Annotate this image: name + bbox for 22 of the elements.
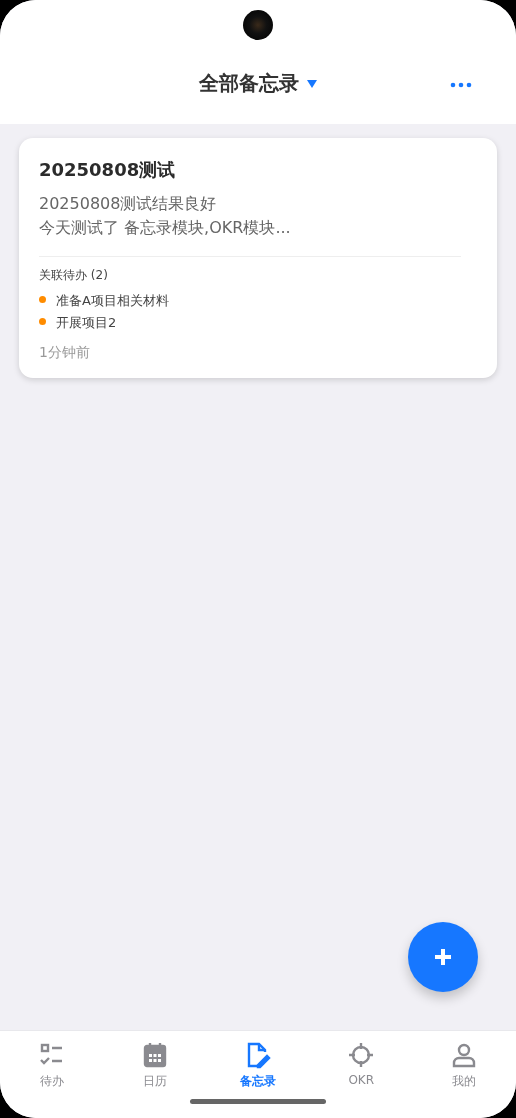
linked-todos-label: 关联待办 (2) (39, 267, 109, 284)
more-icon[interactable] (450, 82, 472, 88)
memo-card[interactable]: 20250808测试 20250808测试结果良好 今天测试了 备忘录模块,OKR模块... 关联待办 (2) 准备A项目相关材料 开展项目2 1分钟前 (19, 138, 497, 378)
camera-lens (243, 10, 273, 40)
memo-time: 1分钟前 (39, 344, 91, 362)
todo-item: 开展项目2 (56, 314, 117, 332)
crosshair-icon (347, 1041, 376, 1069)
bullet-dot (39, 317, 46, 325)
tab-item[interactable]: OKR (309, 1041, 413, 1118)
bullet-dot (39, 295, 46, 303)
tab-item[interactable]: 我的 (412, 1041, 516, 1118)
todo-item: 准备A项目相关材料 (56, 292, 169, 310)
tab-item[interactable]: 备忘录 (206, 1041, 310, 1118)
add-button[interactable] (408, 922, 478, 992)
page-title[interactable]: 全部备忘录 (199, 70, 299, 97)
tab-item[interactable]: 日历 (103, 1041, 207, 1118)
plus-icon (434, 948, 452, 966)
memo-preview: 今天测试了 备忘录模块,OKR模块... (39, 217, 292, 239)
tab-item[interactable]: 待办 (0, 1041, 104, 1118)
memo-title: 20250808测试 (39, 158, 177, 182)
memo-preview: 20250808测试结果良好 (39, 193, 218, 215)
dropdown-icon[interactable] (307, 79, 317, 88)
